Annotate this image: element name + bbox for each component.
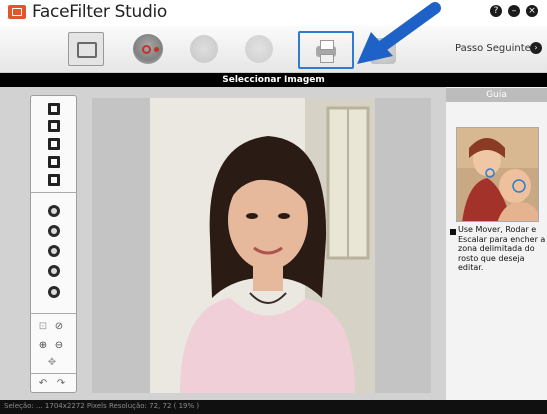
undo-icon[interactable]: ↶ (36, 377, 50, 391)
effect-5-icon[interactable] (48, 286, 60, 298)
effect-3-icon[interactable] (48, 245, 60, 257)
tool-divider (30, 313, 77, 314)
move-icon[interactable]: ✥ (45, 356, 59, 370)
no-icon[interactable]: ⊘ (52, 320, 66, 334)
guide-bullet (450, 229, 456, 235)
help-button[interactable]: ? (490, 5, 502, 17)
guide-title: Guia (446, 88, 547, 102)
face-step-3-button[interactable] (245, 35, 273, 63)
step-title: Seleccionar Imagem (222, 75, 325, 85)
effect-2-icon[interactable] (48, 225, 60, 237)
select-image-step-button[interactable] (68, 32, 104, 66)
guide-text: Use Mover, Rodar e Escalar para encher a… (458, 225, 546, 272)
mirror-icon[interactable] (48, 174, 60, 186)
effect-1-icon[interactable] (48, 205, 60, 217)
pointer-arrow-icon (357, 2, 441, 64)
zoom-out-icon[interactable]: ⊖ (52, 339, 66, 353)
crop-icon[interactable] (48, 120, 60, 132)
guide-example-image (456, 127, 539, 222)
app-logo-icon (8, 5, 26, 19)
tool-divider (30, 373, 77, 374)
copy-icon[interactable] (48, 138, 60, 150)
effect-4-icon[interactable] (48, 265, 60, 277)
redo-icon[interactable]: ↷ (54, 377, 68, 391)
fit-icon[interactable]: ⊡ (36, 320, 50, 334)
face-step-2-button[interactable] (190, 35, 218, 63)
next-step-icon[interactable]: › (530, 42, 542, 54)
portrait-photo[interactable] (150, 98, 375, 393)
status-text: Seleção: ... 1704x2272 Pixels Resolução:… (4, 402, 200, 410)
flip-icon[interactable] (48, 156, 60, 168)
minimize-button[interactable]: – (508, 5, 520, 17)
next-step-label[interactable]: Passo Seguinte (455, 43, 531, 54)
close-button[interactable]: × (526, 5, 538, 17)
face-effects-step-button[interactable] (133, 34, 163, 64)
tool-divider (30, 192, 77, 193)
print-step-button[interactable] (316, 40, 336, 63)
rotate-left-icon[interactable] (48, 103, 60, 115)
zoom-in-icon[interactable]: ⊕ (36, 339, 50, 353)
app-title: FaceFilter Studio (32, 2, 167, 22)
